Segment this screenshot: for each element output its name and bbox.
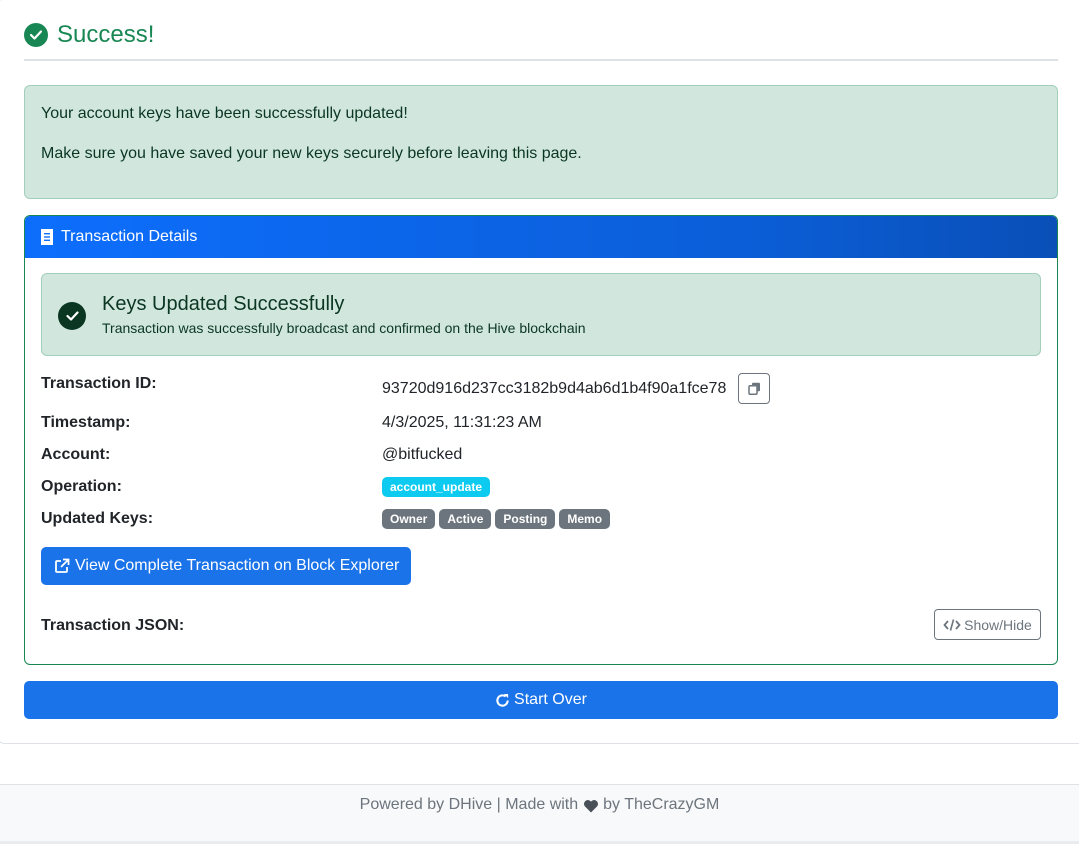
- receipt-icon: [41, 229, 53, 245]
- copy-button[interactable]: [738, 373, 771, 404]
- row-label: Updated Keys:: [41, 510, 154, 527]
- transaction-card-header: Transaction Details: [25, 216, 1057, 258]
- account-value: @bitfucked: [382, 446, 463, 463]
- status-subtitle: Transaction was successfully broadcast a…: [102, 320, 586, 336]
- transaction-card: Transaction Details Keys Updated Success…: [24, 215, 1058, 665]
- check-circle-icon: [24, 23, 48, 47]
- footer: Powered by DHive | Made with by TheCrazy…: [0, 784, 1079, 844]
- row-label: Timestamp:: [41, 414, 131, 431]
- key-badge-posting: Posting: [495, 509, 556, 529]
- row-label: Operation:: [41, 478, 122, 495]
- show-hide-label: Show/Hide: [964, 616, 1032, 633]
- key-badge-owner: Owner: [382, 509, 436, 529]
- success-header: Success!: [24, 20, 1058, 61]
- key-badge-memo: Memo: [559, 509, 611, 529]
- timestamp-value: 4/3/2025, 11:31:23 AM: [382, 414, 542, 431]
- keys-updated-alert: Keys Updated Successfully Transaction wa…: [41, 273, 1041, 356]
- alert-line-2: Make sure you have saved your new keys s…: [41, 145, 582, 162]
- alert-line-1: Your account keys have been successfully…: [41, 105, 408, 122]
- operation-row: Operation: account_update: [41, 476, 1041, 498]
- explorer-button-label: View Complete Transaction on Block Explo…: [75, 557, 400, 574]
- transaction-id-value: 93720d916d237cc3182b9d4ab6d1b4f90a1fce78: [382, 379, 727, 397]
- heart-icon: [584, 800, 599, 813]
- row-label: Account:: [41, 446, 111, 463]
- check-circle-icon: [58, 302, 86, 330]
- footer-text-left: Powered by DHive | Made with: [359, 796, 579, 813]
- code-icon: [943, 618, 961, 631]
- updated-keys-row: Updated Keys: Owner Active Posting Memo: [41, 508, 1041, 530]
- start-over-button[interactable]: Start Over: [24, 681, 1058, 719]
- transaction-card-title: Transaction Details: [61, 228, 198, 245]
- view-on-explorer-button[interactable]: View Complete Transaction on Block Explo…: [41, 547, 411, 585]
- transaction-id-row: Transaction ID: 93720d916d237cc3182b9d4a…: [41, 373, 1041, 404]
- start-over-label: Start Over: [514, 691, 587, 708]
- operation-badge: account_update: [382, 477, 491, 497]
- copy-icon: [748, 382, 760, 395]
- timestamp-row: Timestamp: 4/3/2025, 11:31:23 AM: [41, 412, 1041, 434]
- row-label: Transaction ID:: [41, 375, 157, 392]
- page-title: Success!: [57, 21, 155, 48]
- status-title: Keys Updated Successfully: [102, 293, 345, 315]
- transaction-json-label: Transaction JSON:: [41, 617, 185, 634]
- page: Success! Your account keys have been suc…: [0, 0, 1079, 844]
- show-hide-button[interactable]: Show/Hide: [934, 609, 1041, 640]
- footer-text-right: by TheCrazyGM: [603, 796, 720, 813]
- refresh-icon: [496, 693, 509, 707]
- success-alert: Your account keys have been successfully…: [24, 85, 1058, 199]
- key-badge-active: Active: [439, 509, 492, 529]
- account-row: Account: @bitfucked: [41, 444, 1041, 466]
- transaction-json-row: Transaction JSON:: [41, 615, 1041, 637]
- external-link-icon: [55, 558, 70, 573]
